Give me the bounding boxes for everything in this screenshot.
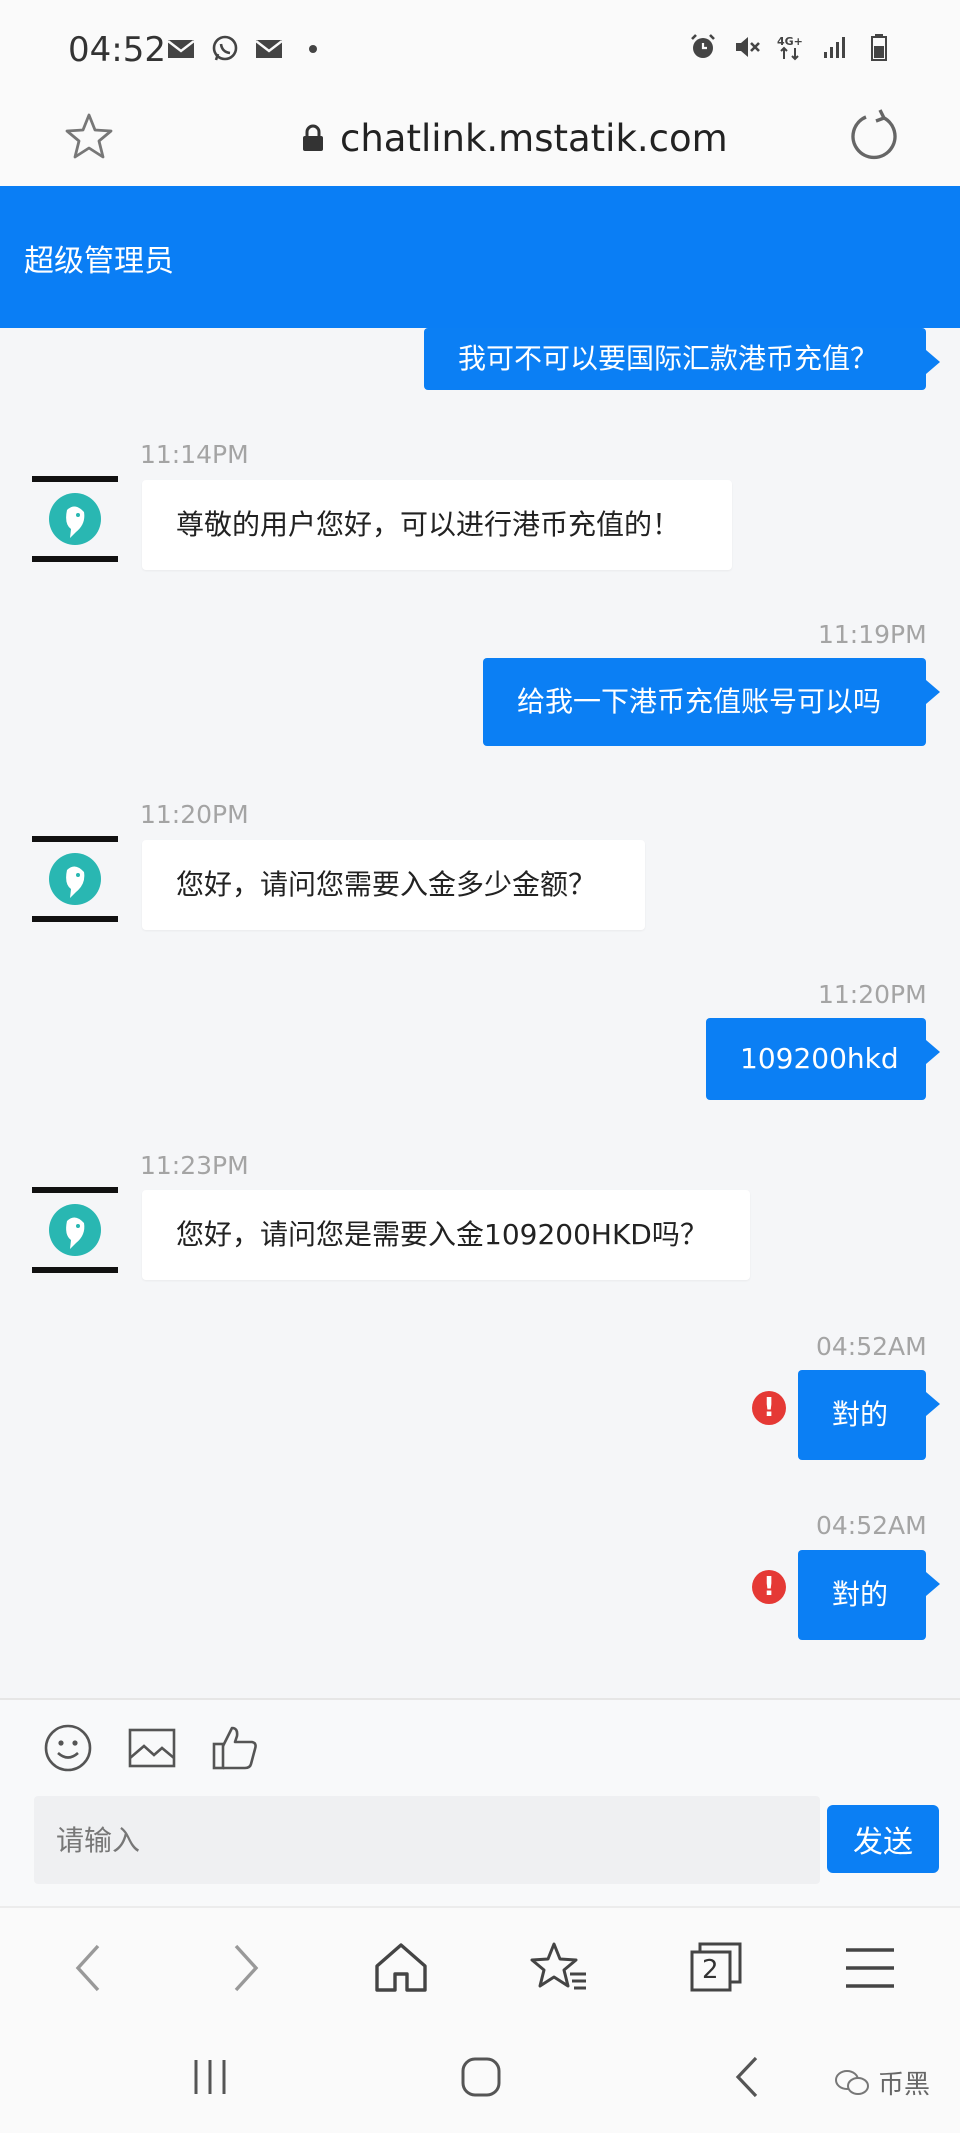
incoming-message[interactable]: 您好，请问您是需要入金109200HKD吗？: [142, 1190, 750, 1280]
outgoing-message[interactable]: 给我一下港币充值账号可以吗: [483, 658, 940, 746]
incoming-message[interactable]: 尊敬的用户您好，可以进行港币充值的！: [142, 480, 732, 570]
emoji-icon[interactable]: [42, 1722, 94, 1774]
message-text: 對的: [832, 1398, 889, 1431]
url-bar: chatlink.mstatik.com: [0, 92, 960, 186]
chat-header: 超级管理员: [0, 186, 960, 328]
address-field[interactable]: chatlink.mstatik.com: [300, 110, 728, 166]
wechat-icon: [834, 2069, 869, 2095]
browser-nav-bar: 2: [0, 1906, 960, 2026]
4g-icon: 4G+: [777, 35, 803, 61]
outgoing-message[interactable]: 我可不可以要国际汇款港币充值？: [424, 328, 940, 390]
battery-icon: [871, 34, 887, 61]
message-text: 给我一下港币充值账号可以吗: [517, 685, 882, 718]
home-circle-icon[interactable]: [456, 2052, 506, 2102]
bookmark-star-icon[interactable]: [62, 110, 116, 164]
message-timestamp: 11:19PM: [818, 620, 927, 649]
send-failed-icon[interactable]: !: [752, 1391, 786, 1425]
status-right-icons: 4G+: [688, 32, 894, 62]
status-left-icons: [166, 34, 328, 64]
menu-icon[interactable]: [840, 1938, 900, 1998]
outgoing-message[interactable]: 109200hkd: [706, 1018, 940, 1100]
message-timestamp: 11:14PM: [140, 440, 249, 469]
chat-title: 超级管理员: [24, 244, 174, 279]
message-timestamp: 11:20PM: [818, 980, 927, 1009]
agent-avatar: [32, 476, 118, 562]
reload-icon[interactable]: [844, 106, 904, 166]
message-text: 對的: [832, 1578, 889, 1611]
url-text: chatlink.mstatik.com: [340, 116, 728, 160]
status-bar: 04:52 4G+: [0, 0, 960, 92]
status-time: 04:52: [68, 30, 166, 70]
dot-icon: [309, 45, 317, 53]
watermark: 币黑: [834, 2064, 930, 2101]
message-text: 109200hkd: [740, 1042, 899, 1075]
mute-icon: [736, 37, 760, 57]
incoming-message[interactable]: 您好，请问您需要入金多少金额？: [142, 840, 645, 930]
image-icon[interactable]: [126, 1722, 178, 1774]
outgoing-message[interactable]: 對的: [798, 1370, 940, 1460]
tabs-button[interactable]: 2: [686, 1938, 746, 1998]
message-list[interactable]: 我可不可以要国际汇款港币充值？ 11:14PM 尊敬的用户您好，可以进行港币充值…: [0, 328, 960, 1698]
bookmarks-icon[interactable]: [530, 1938, 590, 1998]
send-button[interactable]: 发送: [827, 1805, 939, 1873]
message-text: 我可不可以要国际汇款港币充值？: [458, 342, 879, 375]
message-timestamp: 04:52AM: [816, 1511, 927, 1540]
recent-apps-icon[interactable]: [186, 2052, 236, 2102]
mail-icon: [167, 40, 195, 58]
mail-icon: [255, 40, 283, 58]
watermark-text: 币黑: [877, 2070, 930, 2100]
system-nav-bar: 币黑: [0, 2026, 960, 2133]
send-failed-icon[interactable]: !: [752, 1570, 786, 1604]
thumbs-up-icon[interactable]: [210, 1722, 262, 1774]
outgoing-message[interactable]: 對的: [798, 1550, 940, 1640]
agent-avatar: [32, 836, 118, 922]
lock-icon: [303, 124, 323, 151]
composer-toolbar: [0, 1700, 960, 1796]
message-text: 您好，请问您需要入金多少金额？: [176, 868, 597, 901]
forward-arrow-icon[interactable]: [214, 1938, 274, 1998]
message-timestamp: 04:52AM: [816, 1332, 927, 1361]
home-icon[interactable]: [371, 1938, 431, 1998]
message-timestamp: 11:23PM: [140, 1151, 249, 1180]
svg-text:4G+: 4G+: [777, 35, 803, 48]
signal-icon: [824, 37, 845, 58]
back-arrow-icon[interactable]: [60, 1938, 120, 1998]
message-timestamp: 11:20PM: [140, 800, 249, 829]
message-text: 尊敬的用户您好，可以进行港币充值的！: [176, 508, 681, 541]
back-icon[interactable]: [724, 2052, 774, 2102]
composer-input-row: 发送: [0, 1796, 960, 1906]
message-text: 您好，请问您是需要入金109200HKD吗？: [176, 1218, 708, 1251]
agent-avatar: [32, 1187, 118, 1273]
whatsapp-icon: [212, 35, 238, 61]
alarm-icon: [691, 34, 715, 58]
tab-count: 2: [702, 1955, 719, 1985]
message-input[interactable]: [34, 1796, 820, 1884]
